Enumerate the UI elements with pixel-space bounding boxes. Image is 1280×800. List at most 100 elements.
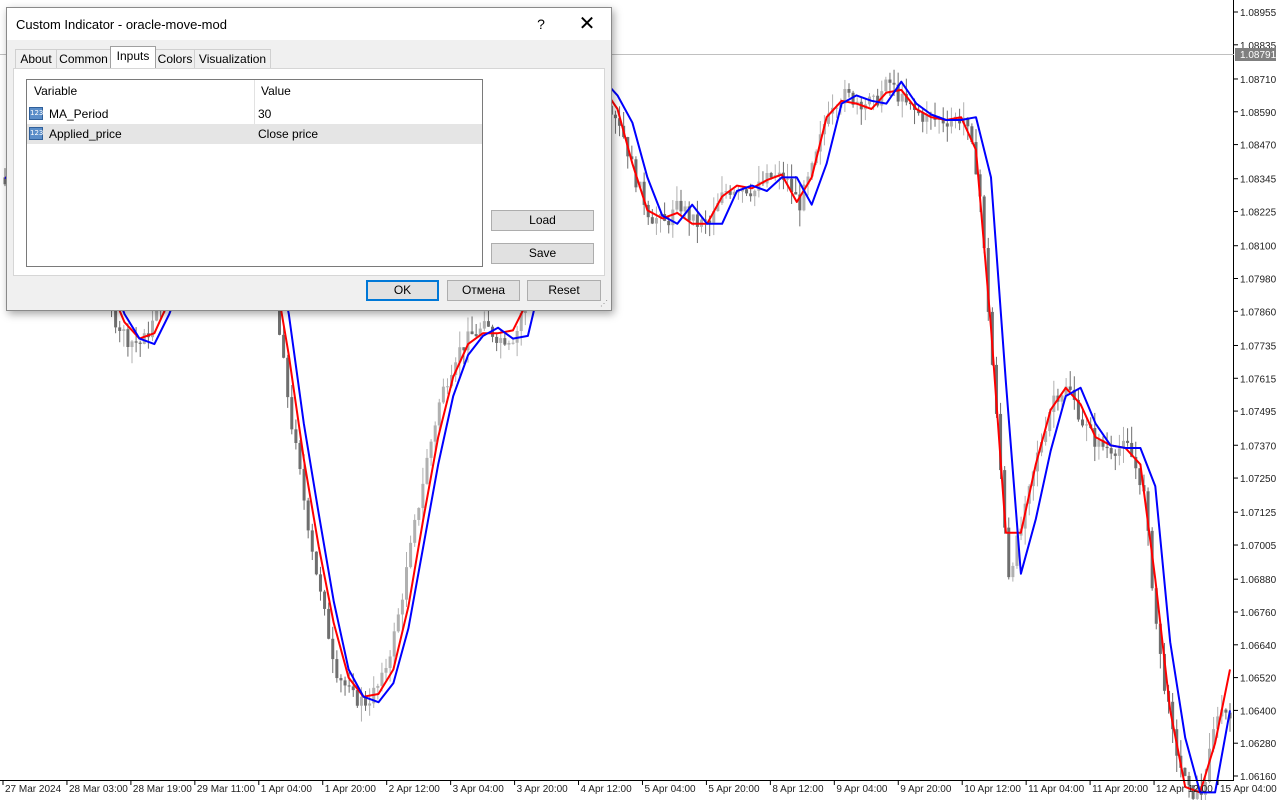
candle-body xyxy=(1126,440,1130,443)
dialog-title: Custom Indicator - oracle-move-mod xyxy=(16,17,227,32)
save-button[interactable]: Save xyxy=(491,243,594,264)
integer-type-icon: 123 xyxy=(29,107,43,120)
inputs-table[interactable]: Variable Value 123 MA_Period 30 123 Appl… xyxy=(26,79,483,267)
close-icon[interactable]: ✕ xyxy=(575,12,599,36)
price-tick-label: 1.08590 xyxy=(1240,108,1277,119)
candle-body xyxy=(847,89,851,93)
candle-body xyxy=(421,483,425,509)
price-tick-label: 1.07250 xyxy=(1240,474,1277,485)
candle-body xyxy=(323,591,327,609)
table-row[interactable]: 123 MA_Period 30 xyxy=(27,104,482,124)
tab-inputs[interactable]: Inputs xyxy=(110,46,156,68)
candle-body xyxy=(1113,453,1117,456)
candle-body xyxy=(155,309,159,321)
resize-grip-icon[interactable]: ⋰ xyxy=(600,299,610,309)
candle-body xyxy=(765,172,769,184)
candle-body xyxy=(1117,448,1121,456)
candle-body xyxy=(376,685,380,688)
candle-body xyxy=(368,703,372,706)
candle-body xyxy=(749,193,753,197)
candle-body xyxy=(667,220,671,226)
time-tick-label: 9 Apr 04:00 xyxy=(836,784,888,795)
cancel-button[interactable]: Отмена xyxy=(447,280,520,301)
time-tick-label: 9 Apr 20:00 xyxy=(900,784,952,795)
variable-name: MA_Period xyxy=(49,107,109,121)
candle-body xyxy=(900,93,904,102)
candle-body xyxy=(433,425,437,442)
candle-body xyxy=(138,342,142,344)
header-variable[interactable]: Variable xyxy=(27,80,254,102)
candle-body xyxy=(396,614,400,632)
candle-body xyxy=(142,333,146,344)
price-tick-label: 1.08100 xyxy=(1240,242,1277,253)
tab-colors[interactable]: Colors xyxy=(155,49,195,68)
variable-value[interactable]: 30 xyxy=(258,104,271,124)
table-row[interactable]: 123 Applied_price Close price xyxy=(27,124,482,144)
candle-body xyxy=(294,429,298,443)
candle-body xyxy=(327,608,331,639)
candle-body xyxy=(769,172,773,178)
price-tick-label: 1.06280 xyxy=(1240,739,1277,750)
candle-body xyxy=(949,121,953,127)
candle-body xyxy=(888,79,892,83)
time-tick-label: 15 Apr 04:00 xyxy=(1220,784,1277,795)
price-tick-label: 1.08225 xyxy=(1240,208,1277,219)
variable-name: Applied_price xyxy=(49,127,122,141)
price-tick-label: 1.08470 xyxy=(1240,141,1277,152)
price-tick-label: 1.07495 xyxy=(1240,407,1277,418)
time-tick-label: 28 Mar 19:00 xyxy=(133,784,192,795)
current-price-label: 1.08791 xyxy=(1240,50,1277,61)
tab-about[interactable]: About xyxy=(15,49,57,68)
candle-body xyxy=(691,214,695,221)
price-tick-label: 1.07735 xyxy=(1240,341,1277,352)
candle-body xyxy=(745,189,749,194)
candle-body xyxy=(474,334,478,337)
candle-body xyxy=(753,190,757,197)
candle-body xyxy=(335,659,339,679)
candle-body xyxy=(1105,446,1109,449)
tab-visualization[interactable]: Visualization xyxy=(194,49,271,68)
candle-body xyxy=(282,334,286,358)
time-tick-label: 3 Apr 04:00 xyxy=(453,784,505,795)
candle-body xyxy=(675,200,679,210)
candle-body xyxy=(1085,424,1089,426)
price-tick-label: 1.07125 xyxy=(1240,508,1277,519)
candle-body xyxy=(695,214,699,227)
time-tick-label: 11 Apr 20:00 xyxy=(1092,784,1148,795)
candle-body xyxy=(495,336,499,343)
candle-body xyxy=(507,342,511,345)
price-tick-label: 1.07980 xyxy=(1240,275,1277,286)
candle-body xyxy=(286,357,290,398)
variable-value[interactable]: Close price xyxy=(258,124,318,144)
candle-body xyxy=(441,386,445,403)
candle-body xyxy=(486,321,490,327)
candle-body xyxy=(650,217,654,224)
time-tick-label: 12 Apr 12:00 xyxy=(1156,784,1213,795)
reset-button[interactable]: Reset xyxy=(527,280,601,301)
price-tick-label: 1.07860 xyxy=(1240,307,1277,318)
candle-body xyxy=(1097,440,1101,447)
candle-body xyxy=(1068,386,1072,390)
candle-body xyxy=(613,114,617,119)
candle-body xyxy=(409,542,413,568)
price-tick-label: 1.07005 xyxy=(1240,541,1277,552)
candle-body xyxy=(679,200,683,212)
tab-common[interactable]: Common xyxy=(56,49,111,68)
time-tick-label: 5 Apr 20:00 xyxy=(708,784,760,795)
candle-body xyxy=(392,631,396,657)
help-button[interactable]: ? xyxy=(529,13,553,35)
candle-body xyxy=(445,386,449,388)
integer-type-icon: 123 xyxy=(29,127,43,140)
time-tick-label: 1 Apr 20:00 xyxy=(325,784,377,795)
dialog-titlebar[interactable]: Custom Indicator - oracle-move-mod ? ✕ xyxy=(7,8,611,40)
ok-button[interactable]: OK xyxy=(366,280,439,301)
candle-body xyxy=(437,402,441,426)
price-tick-label: 1.06760 xyxy=(1240,608,1277,619)
candle-body xyxy=(511,342,515,344)
candle-body xyxy=(351,686,355,691)
price-tick-label: 1.08710 xyxy=(1240,75,1277,86)
candle-body xyxy=(1224,709,1228,713)
header-value[interactable]: Value xyxy=(254,80,482,102)
time-tick-label: 2 Apr 12:00 xyxy=(389,784,441,795)
load-button[interactable]: Load xyxy=(491,210,594,231)
